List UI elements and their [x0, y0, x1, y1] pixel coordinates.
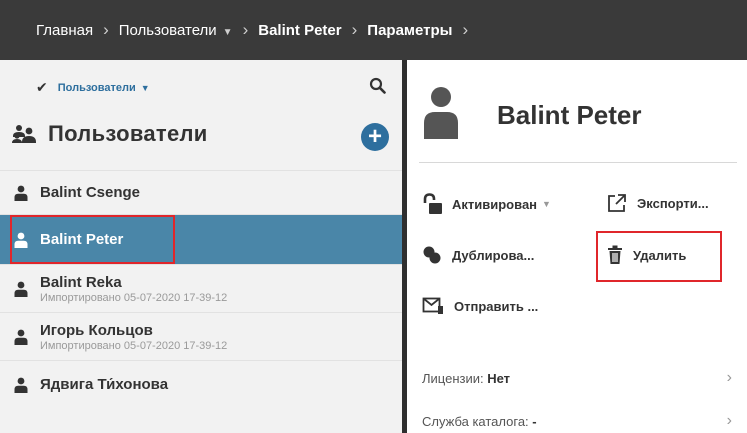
person-icon [14, 281, 28, 297]
send-label: Отправить ... [454, 298, 539, 314]
user-import-status: Импортировано 05-07-2020 17-39-12 [40, 291, 228, 304]
breadcrumb-page[interactable]: Параметры [367, 22, 452, 39]
message-icon [422, 297, 443, 314]
breadcrumb-users[interactable]: Пользователи ▼ [119, 22, 233, 39]
breadcrumb-separator-icon: › [351, 20, 358, 39]
chevron-down-icon: ▼ [140, 82, 150, 93]
licenses-label: Лицензии: [422, 371, 484, 386]
chevron-down-icon: ▼ [542, 199, 551, 209]
user-name: Ядвига Ти́хонова [40, 376, 169, 393]
section-title: Пользователи [12, 121, 208, 147]
licenses-value: Нет [487, 371, 511, 386]
user-detail-panel: Balint Peter Активирован ▼ Экспорти... Д… [407, 60, 747, 433]
breadcrumb: Главная › Пользователи ▼ › Balint Peter ›… [0, 0, 747, 60]
filter-dropdown[interactable]: ✔ Пользователи ▼ [0, 60, 402, 115]
highlight-box [596, 231, 722, 282]
status-label: Активирован [452, 196, 538, 212]
unlock-icon [423, 193, 442, 214]
chevron-down-icon: ▼ [222, 26, 233, 38]
breadcrumb-users-label: Пользователи [118, 21, 217, 39]
breadcrumb-separator-icon: › [103, 20, 109, 39]
user-list-panel: ✔ Пользователи ▼ Пользователи + Balint C… [0, 60, 402, 433]
person-icon [14, 329, 28, 345]
licenses-row[interactable]: Лицензии: Нет › [422, 369, 732, 387]
person-icon [14, 377, 28, 393]
duplicate-icon [423, 246, 441, 264]
list-item[interactable]: Ядвига Ти́хонова [0, 360, 402, 408]
user-name: Игорь Кольцов [40, 321, 153, 339]
person-icon [14, 185, 28, 201]
breadcrumb-separator-icon: › [242, 20, 249, 39]
section-title-text: Пользователи [48, 121, 208, 146]
send-button[interactable]: Отправить ... [422, 296, 538, 316]
list-item[interactable]: Игорь Кольцов Импортировано 05-07-2020 1… [0, 312, 402, 360]
user-import-status: Импортировано 05-07-2020 17-39-12 [40, 339, 228, 352]
export-icon [608, 194, 626, 212]
chevron-right-icon: › [726, 369, 732, 386]
checkmark-icon: ✔ [36, 79, 48, 95]
filter-label: Пользователи [57, 81, 136, 94]
user-name: Balint Reka [40, 273, 122, 291]
page-title: Balint Peter [497, 100, 642, 130]
breadcrumb-home[interactable]: Главная [36, 22, 93, 39]
export-button[interactable]: Экспорти... [607, 193, 709, 213]
search-icon[interactable] [368, 76, 388, 96]
duplicate-label: Дублирова... [452, 247, 535, 263]
avatar [424, 87, 458, 139]
list-item[interactable]: Balint Csenge [0, 170, 402, 214]
add-user-button[interactable]: + [361, 123, 389, 151]
export-label: Экспорти... [637, 195, 709, 211]
breadcrumb-separator-icon: › [462, 20, 469, 39]
divider [419, 162, 737, 163]
directory-service-value: - [532, 414, 537, 429]
duplicate-button[interactable]: Дублирова... [422, 245, 534, 265]
directory-service-label: Служба каталога: [422, 414, 529, 429]
status-dropdown[interactable]: Активирован ▼ [422, 193, 551, 215]
chevron-right-icon: › [726, 412, 732, 429]
highlight-box [10, 215, 175, 264]
user-name: Balint Csenge [40, 184, 141, 201]
list-item[interactable]: Balint Reka Импортировано 05-07-2020 17-… [0, 264, 402, 312]
directory-service-row[interactable]: Служба каталога: - › [422, 412, 732, 430]
users-group-icon [12, 125, 36, 143]
breadcrumb-user[interactable]: Balint Peter [258, 22, 341, 39]
